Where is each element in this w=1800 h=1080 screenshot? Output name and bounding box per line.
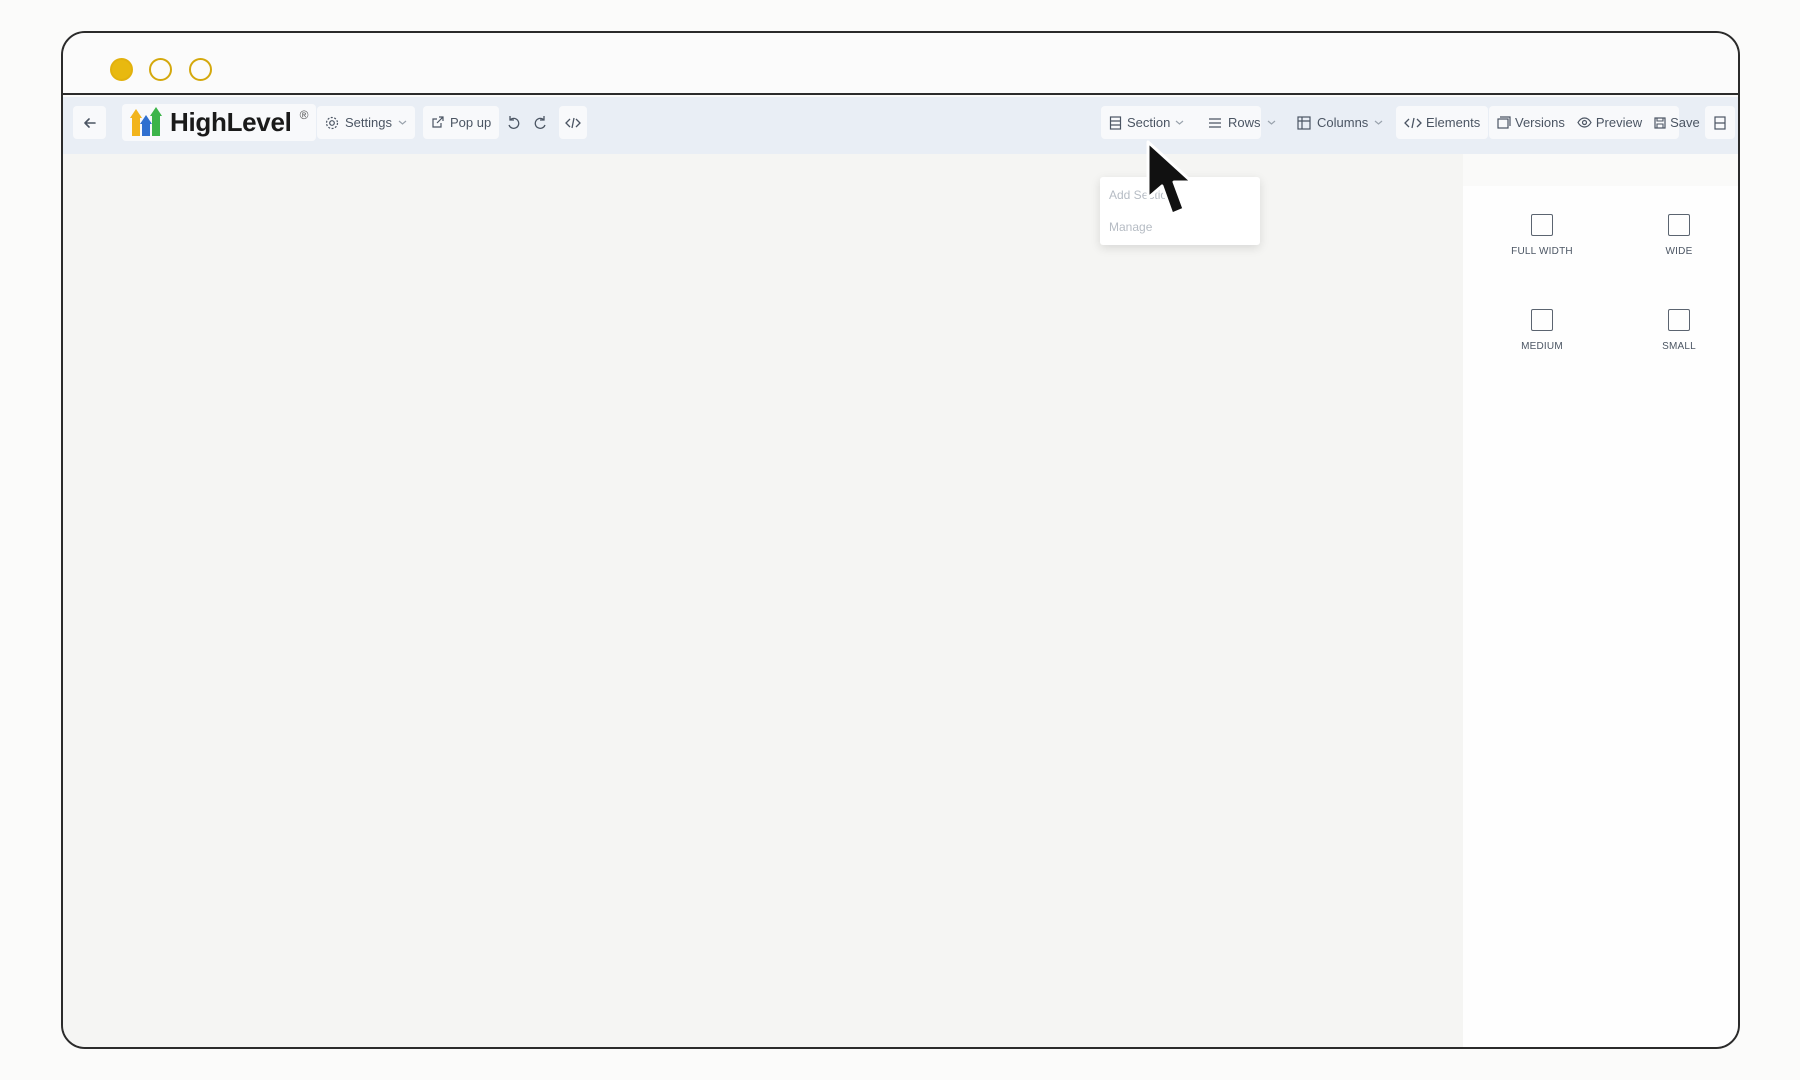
width-option-label: MEDIUM	[1521, 341, 1563, 352]
builder-toolbar: HighLevel ® Settings Pop up Section Rows…	[63, 97, 1738, 154]
code-icon	[1404, 117, 1422, 128]
eye-icon	[1577, 117, 1592, 128]
square-icon	[1668, 214, 1690, 236]
popup-button[interactable]: Pop up	[423, 106, 500, 139]
square-icon	[1668, 309, 1690, 331]
rows-button[interactable]: Rows	[1200, 106, 1284, 139]
square-icon	[1531, 309, 1553, 331]
save-label: Save	[1670, 115, 1700, 130]
logo-text: HighLevel	[170, 107, 292, 137]
versions-button[interactable]: Versions	[1497, 115, 1565, 130]
width-option-label: WIDE	[1665, 246, 1693, 257]
preview-label: Preview	[1595, 115, 1643, 130]
columns-label: Columns	[1317, 115, 1369, 130]
versions-label: Versions	[1515, 115, 1565, 130]
versions-icon	[1497, 116, 1511, 129]
menu-item-manage[interactable]: Manage	[1109, 220, 1152, 234]
preview-button[interactable]: Preview	[1577, 115, 1642, 130]
minimize-dot[interactable]	[149, 58, 172, 81]
logo-trademark: ®	[299, 108, 309, 122]
section-label: Section	[1127, 115, 1171, 130]
arrow-left-icon	[83, 117, 96, 128]
section-width-panel: FULL WIDTH WIDE MEDIUM SMALL	[1463, 186, 1738, 1047]
rows-icon	[1209, 117, 1221, 128]
rows-label: Rows	[1228, 115, 1261, 130]
columns-button[interactable]: Columns	[1289, 106, 1391, 139]
browser-window: HighLevel ® Settings Pop up Section Rows…	[61, 31, 1740, 1049]
code-icon	[565, 117, 581, 128]
undo-icon	[508, 116, 520, 129]
menu-item-add-section[interactable]: Add Section	[1109, 188, 1174, 202]
elements-label: Elements	[1426, 115, 1481, 130]
redo-button[interactable]	[527, 106, 554, 139]
maximize-dot[interactable]	[189, 58, 212, 81]
chevron-down-icon	[1175, 120, 1184, 125]
chevron-down-icon	[398, 120, 407, 125]
window-titlebar	[63, 33, 1738, 95]
external-link-icon	[432, 116, 444, 128]
undo-button[interactable]	[500, 106, 527, 139]
back-button[interactable]	[73, 106, 106, 139]
page-actions-group: Versions Preview Save	[1489, 106, 1700, 139]
code-button[interactable]	[559, 106, 587, 139]
width-option-small[interactable]: SMALL	[1614, 281, 1738, 361]
page-canvas[interactable]	[63, 154, 1463, 1047]
width-option-medium[interactable]: MEDIUM	[1477, 281, 1607, 361]
width-option-label: SMALL	[1662, 341, 1696, 352]
section-icon	[1109, 115, 1122, 130]
settings-button[interactable]: Settings	[317, 106, 415, 139]
settings-label: Settings	[345, 115, 392, 130]
section-dropdown-menu: Add Section Manage	[1100, 177, 1260, 245]
chevron-down-icon	[1267, 120, 1275, 125]
gear-icon	[325, 116, 339, 129]
square-icon	[1531, 214, 1553, 236]
close-dot[interactable]	[110, 58, 133, 81]
section-button[interactable]: Section	[1109, 115, 1184, 130]
chevron-down-icon	[1374, 120, 1383, 125]
highlevel-logo: HighLevel ®	[122, 104, 317, 141]
elements-button[interactable]: Elements	[1396, 106, 1489, 139]
save-icon	[1654, 116, 1666, 129]
save-button[interactable]: Save	[1654, 115, 1700, 130]
width-option-label: FULL WIDTH	[1511, 246, 1573, 257]
redo-icon	[534, 116, 546, 129]
width-option-wide[interactable]: WIDE	[1614, 186, 1738, 266]
width-option-full-width[interactable]: FULL WIDTH	[1477, 186, 1607, 266]
device-toggle-button[interactable]	[1705, 106, 1735, 139]
popup-label: Pop up	[450, 115, 492, 130]
device-icon	[1714, 115, 1726, 130]
highlevel-arrows-icon	[130, 106, 162, 136]
columns-icon	[1297, 115, 1311, 130]
